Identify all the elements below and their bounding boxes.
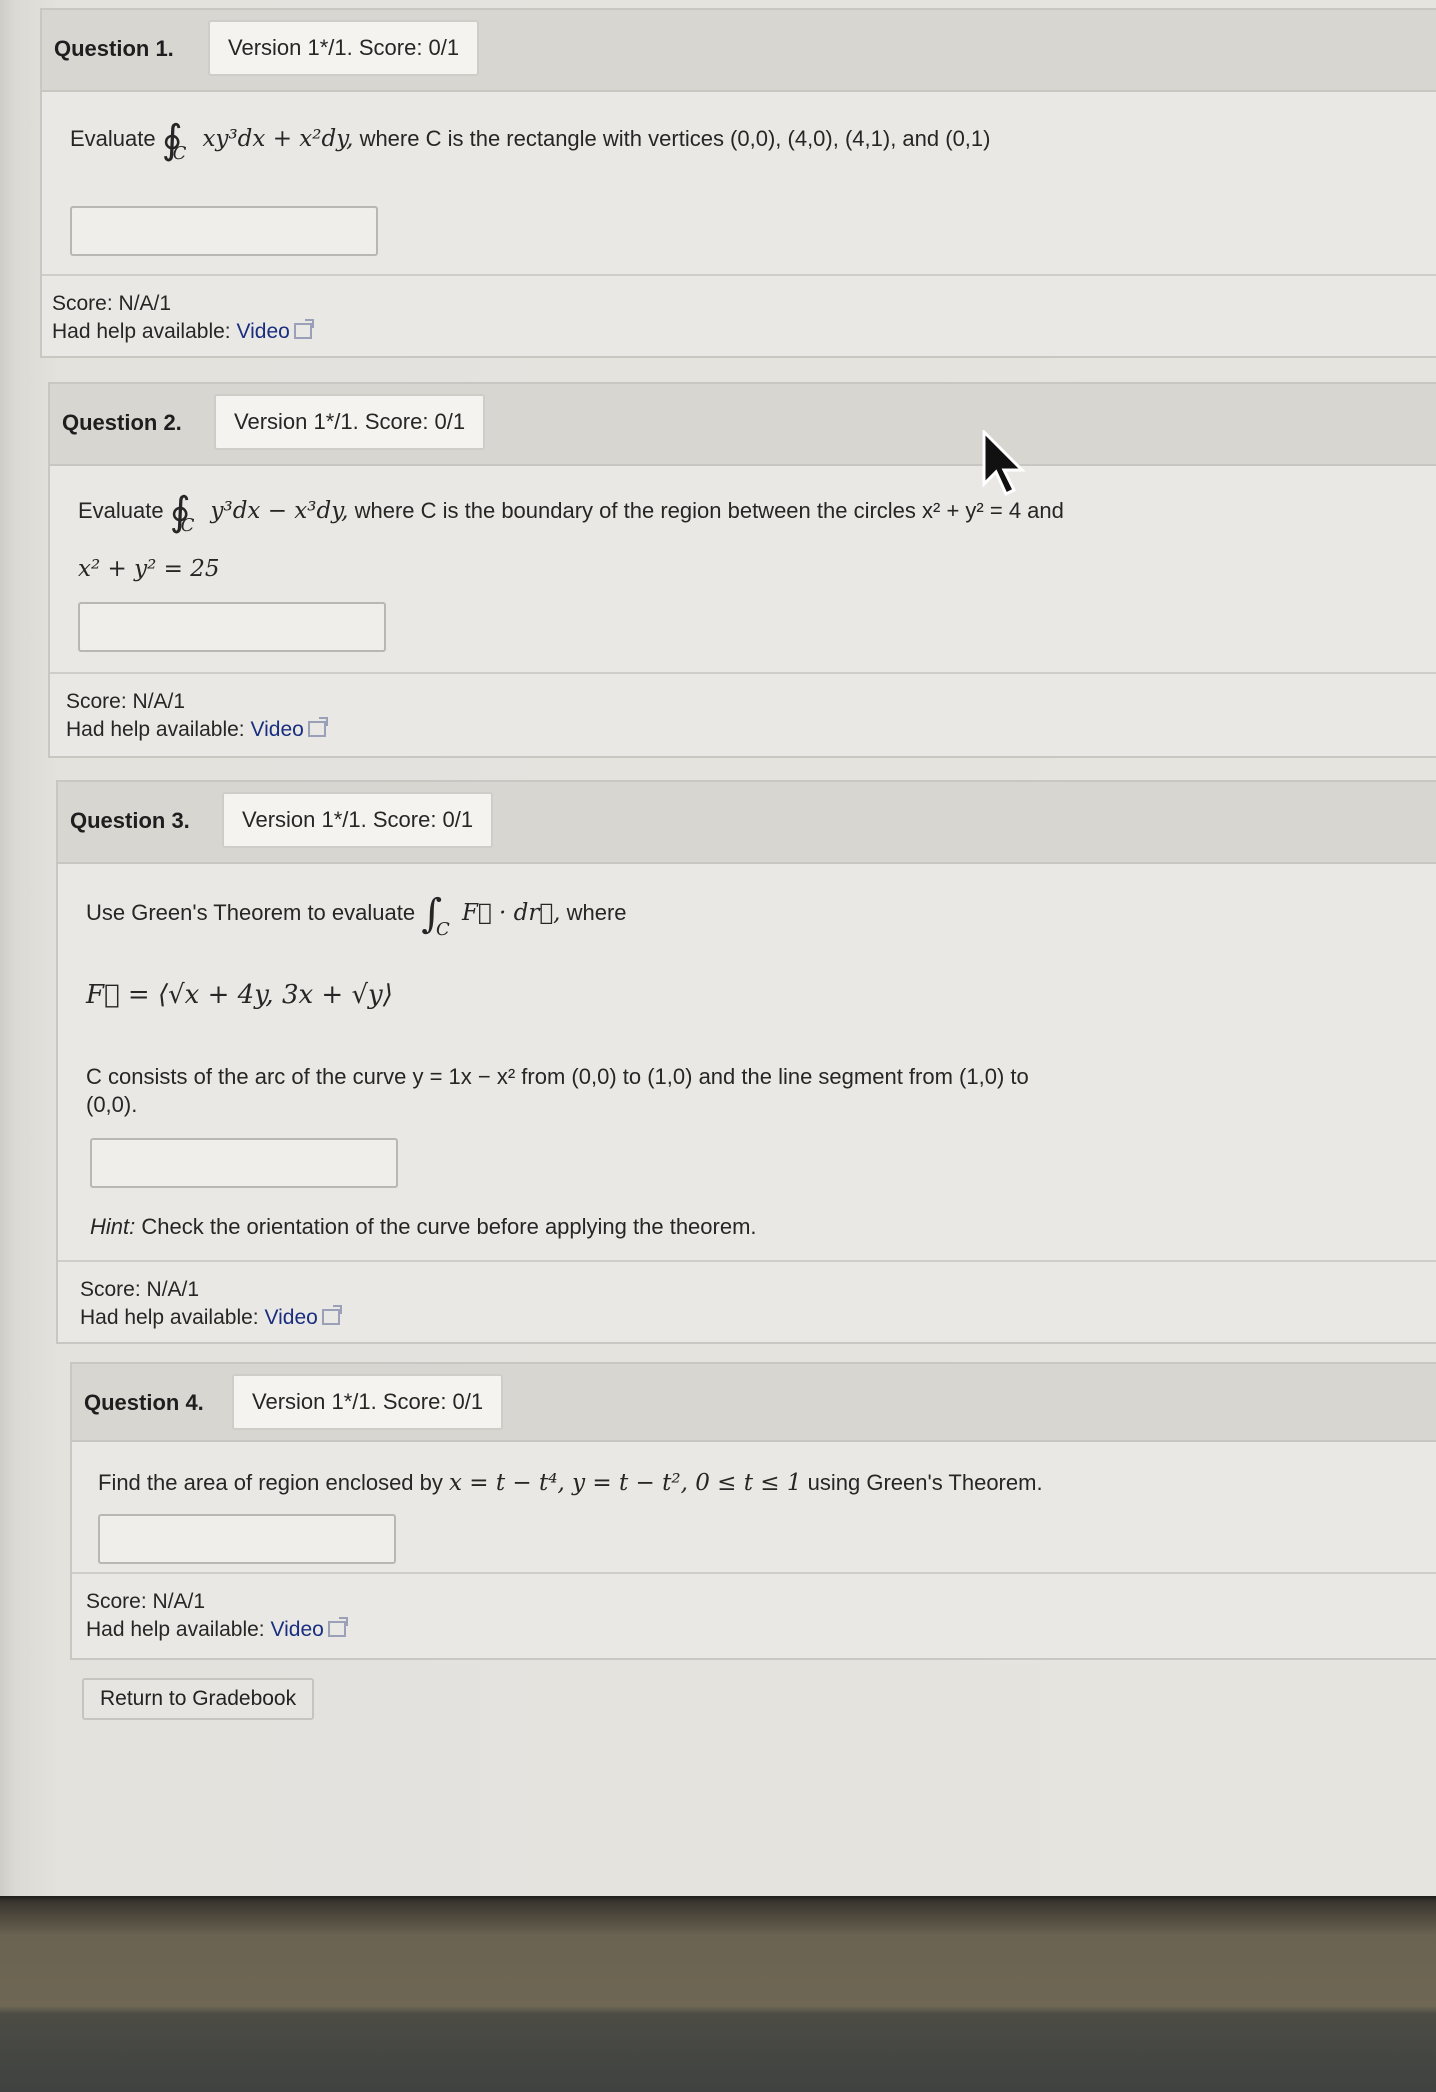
question-4-version: Version 1*/1. Score: 0/1 [232, 1374, 504, 1430]
score-text: Score: N/A/1 [86, 1590, 206, 1613]
return-to-gradebook-button[interactable]: Return to Gradebook [82, 1678, 315, 1720]
question-3-version: Version 1*/1. Score: 0/1 [222, 792, 494, 848]
external-link-icon [307, 717, 328, 737]
external-link-icon [327, 1617, 348, 1637]
question-1-header: Question 1. Version 1*/1. Score: 0/1 [42, 10, 1436, 92]
question-4-body: Find the area of region enclosed by x = … [72, 1442, 1436, 1572]
score-text: Score: N/A/1 [66, 690, 186, 713]
prompt-prefix: Use Green's Theorem to evaluate [86, 899, 416, 925]
prompt-suffix: where C is the rectangle with vertices (… [359, 125, 991, 151]
hint-label: Hint: [90, 1214, 136, 1239]
prompt-prefix: Find the area of region enclosed by [98, 1470, 443, 1495]
video-link[interactable]: Video [250, 718, 303, 741]
prompt-suffix: using Green's Theorem. [807, 1470, 1043, 1495]
question-2-prompt: Evaluate ∮C y³dx − x³dy, where C is the … [78, 492, 1064, 536]
question-2-header: Question 2. Version 1*/1. Score: 0/1 [50, 384, 1436, 466]
integral-subscript: C [172, 143, 187, 165]
help-label: Had help available: [66, 718, 245, 741]
help-line: Had help available: Video [52, 318, 1430, 346]
curve-description-1: C consists of the arc of the curve y = 1… [86, 1064, 1029, 1089]
question-3-prompt: Use Green's Theorem to evaluate ∫C F⃗ · … [86, 894, 627, 940]
answer-input-1[interactable] [70, 206, 378, 256]
curve-description-2: (0,0). [86, 1092, 138, 1117]
question-3-panel: Question 3. Version 1*/1. Score: 0/1 Use… [56, 780, 1436, 1344]
question-4-header: Question 4. Version 1*/1. Score: 0/1 [72, 1364, 1436, 1442]
question-1-title: Question 1. [54, 36, 174, 61]
question-2-line2: x² + y² = 25 [78, 556, 220, 582]
integrand: F⃗ · dr⃗, [461, 899, 561, 926]
monitor-bezel [0, 1896, 1436, 2092]
question-2-panel: Question 2. Version 1*/1. Score: 0/1 Eva… [48, 382, 1436, 758]
integral-subscript: C [436, 919, 450, 941]
question-1-prompt: Evaluate ∮C xy³dx + x²dy, where C is the… [70, 120, 991, 164]
help-label: Had help available: [52, 320, 231, 343]
help-label: Had help available: [86, 1618, 265, 1641]
question-3-header: Question 3. Version 1*/1. Score: 0/1 [58, 782, 1436, 864]
question-2-title: Question 2. [62, 410, 182, 435]
question-4-prompt: Find the area of region enclosed by x = … [98, 1470, 1043, 1496]
prompt-suffix: where [566, 899, 627, 925]
question-2-body: Evaluate ∮C y³dx − x³dy, where C is the … [50, 466, 1436, 672]
video-link[interactable]: Video [236, 320, 289, 343]
question-4-title: Question 4. [84, 1390, 204, 1415]
help-line: Had help available: Video [66, 716, 1430, 744]
help-line: Had help available: Video [80, 1304, 1430, 1332]
mouse-pointer-icon [982, 430, 1026, 497]
external-link-icon [293, 319, 314, 339]
screen: Question 1. Version 1*/1. Score: 0/1 Eva… [0, 0, 1436, 1900]
question-1-footer: Score: N/A/1 Had help available: Video [42, 274, 1436, 354]
question-2-version: Version 1*/1. Score: 0/1 [214, 394, 486, 450]
question-3-footer: Score: N/A/1 Had help available: Video [58, 1260, 1436, 1340]
question-3-title: Question 3. [70, 808, 190, 833]
hint-text: Check the orientation of the curve befor… [141, 1214, 757, 1239]
score-text: Score: N/A/1 [52, 292, 172, 315]
answer-input-4[interactable] [98, 1514, 396, 1564]
question-3-body: Use Green's Theorem to evaluate ∫C F⃗ · … [58, 864, 1436, 1260]
question-1-body: Evaluate ∮C xy³dx + x²dy, where C is the… [42, 92, 1436, 274]
question-4-footer: Score: N/A/1 Had help available: Video [72, 1572, 1436, 1652]
video-link[interactable]: Video [270, 1618, 323, 1641]
integral-subscript: C [180, 515, 195, 537]
answer-input-2[interactable] [78, 602, 386, 652]
question-1-panel: Question 1. Version 1*/1. Score: 0/1 Eva… [40, 8, 1436, 358]
prompt-suffix: where C is the boundary of the region be… [354, 497, 1064, 523]
question-1-version: Version 1*/1. Score: 0/1 [208, 20, 480, 76]
help-label: Had help available: [80, 1306, 259, 1329]
parametric-curve: x = t − t⁴, y = t − t², 0 ≤ t ≤ 1 [449, 1470, 802, 1496]
integrand: xy³dx + x²dy, [202, 125, 354, 152]
prompt-prefix: Evaluate [70, 125, 156, 151]
hint: Hint: Check the orientation of the curve… [90, 1214, 757, 1240]
question-2-footer: Score: N/A/1 Had help available: Video [50, 672, 1436, 752]
question-4-panel: Question 4. Version 1*/1. Score: 0/1 Fin… [70, 1362, 1436, 1660]
prompt-prefix: Evaluate [78, 497, 164, 523]
video-link[interactable]: Video [264, 1306, 317, 1329]
help-line: Had help available: Video [86, 1616, 1430, 1644]
vector-field: F⃗ = ⟨√x + 4y, 3x + √y⟩ [86, 980, 393, 1010]
score-text: Score: N/A/1 [80, 1278, 200, 1301]
external-link-icon [321, 1305, 342, 1325]
integrand: y³dx − x³dy, [210, 497, 349, 524]
answer-input-3[interactable] [90, 1138, 398, 1188]
